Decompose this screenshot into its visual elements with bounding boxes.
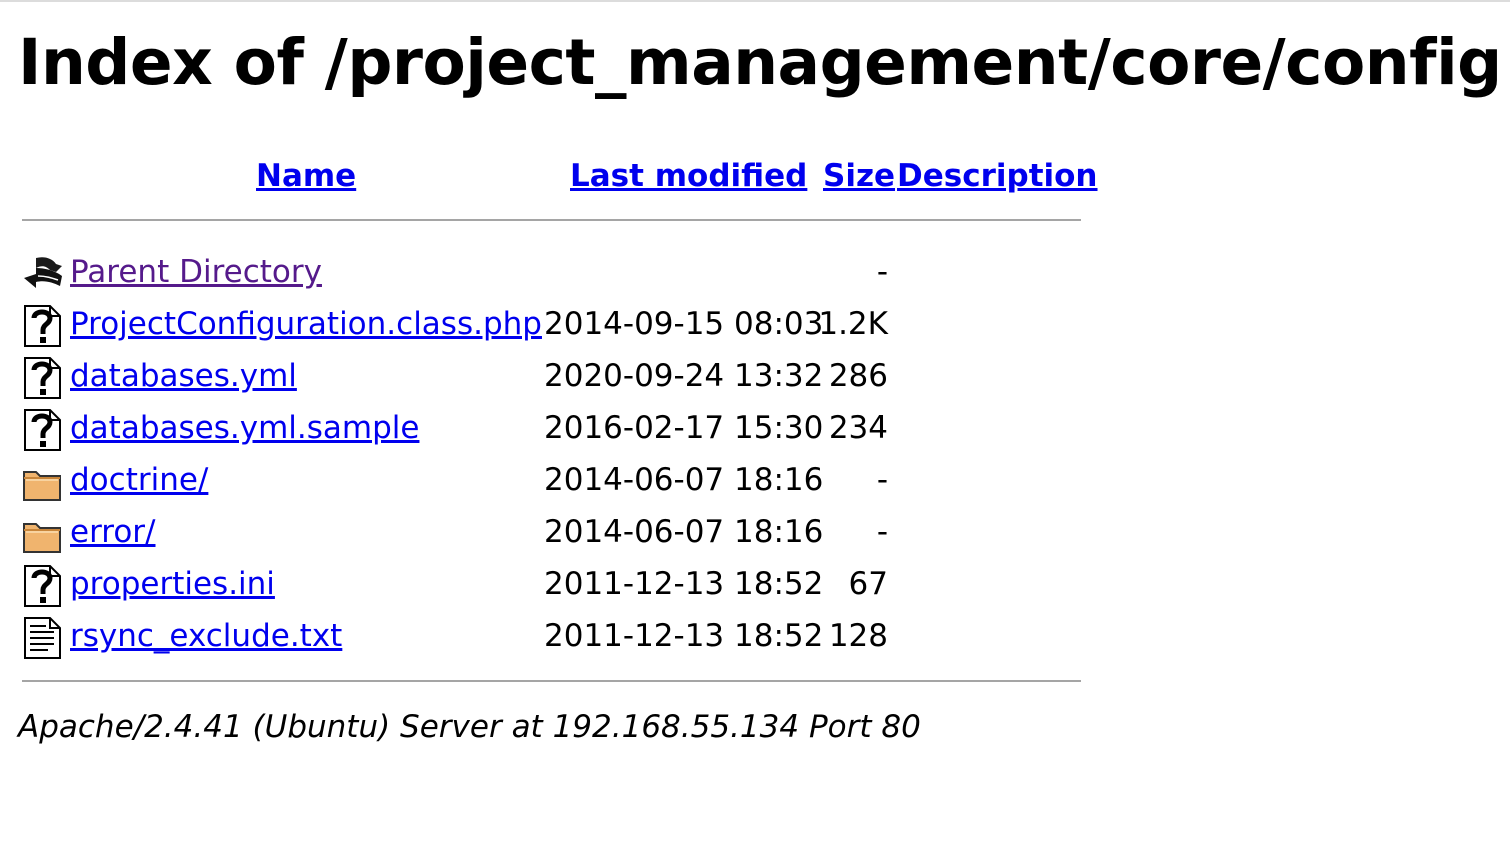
list-item: databases.yml 2020-09-24 13:32 286 <box>22 350 922 402</box>
sort-by-name-link[interactable]: Name <box>256 154 356 198</box>
page-title: Index of /project_management/core/config <box>18 26 1502 99</box>
file-size: 67 <box>848 566 888 602</box>
file-size: 128 <box>828 618 888 654</box>
file-size: - <box>876 462 888 498</box>
unknown-file-icon <box>22 408 64 452</box>
list-item: properties.ini 2011-12-13 18:52 67 <box>22 558 922 610</box>
sort-by-description-link[interactable]: Description <box>897 154 1098 198</box>
file-size: 234 <box>828 410 888 446</box>
back-arrow-icon <box>22 252 64 296</box>
file-date: 2014-06-07 18:16 <box>544 514 824 550</box>
file-link[interactable]: properties.ini <box>70 558 275 610</box>
sort-by-size-link[interactable]: Size <box>823 154 895 198</box>
folder-icon <box>22 460 64 504</box>
server-signature: Apache/2.4.41 (Ubuntu) Server at 192.168… <box>18 709 921 745</box>
text-file-icon <box>22 616 64 660</box>
file-size: - <box>876 514 888 550</box>
file-date: 2011-12-13 18:52 <box>544 618 824 654</box>
folder-link[interactable]: doctrine/ <box>70 454 208 506</box>
list-item: doctrine/ 2014-06-07 18:16 - <box>22 454 922 506</box>
file-date: 2014-06-07 18:16 <box>544 462 824 498</box>
folder-link[interactable]: error/ <box>70 506 156 558</box>
header-divider <box>22 219 1081 221</box>
file-date: 2014-09-15 08:03 <box>544 306 824 342</box>
file-link[interactable]: ProjectConfiguration.class.php <box>70 298 542 350</box>
parent-directory-link[interactable]: Parent Directory <box>70 246 322 298</box>
file-size: 1.2K <box>818 306 888 342</box>
list-item: ProjectConfiguration.class.php 2014-09-1… <box>22 298 922 350</box>
footer-divider <box>22 680 1081 682</box>
list-item: Parent Directory - <box>22 246 922 298</box>
file-date: 2020-09-24 13:32 <box>544 358 824 394</box>
folder-icon <box>22 512 64 556</box>
list-item: databases.yml.sample 2016-02-17 15:30 23… <box>22 402 922 454</box>
file-date: 2011-12-13 18:52 <box>544 566 824 602</box>
unknown-file-icon <box>22 356 64 400</box>
unknown-file-icon <box>22 564 64 608</box>
file-size: 286 <box>828 358 888 394</box>
file-size: - <box>876 254 888 290</box>
file-link[interactable]: databases.yml <box>70 350 297 402</box>
sort-by-last-modified-link[interactable]: Last modified <box>570 154 807 198</box>
file-link[interactable]: rsync_exclude.txt <box>70 610 342 662</box>
top-border <box>0 0 1510 2</box>
file-date: 2016-02-17 15:30 <box>544 410 824 446</box>
file-link[interactable]: databases.yml.sample <box>70 402 419 454</box>
list-item: rsync_exclude.txt 2011-12-13 18:52 128 <box>22 610 922 662</box>
unknown-file-icon <box>22 304 64 348</box>
list-item: error/ 2014-06-07 18:16 - <box>22 506 922 558</box>
